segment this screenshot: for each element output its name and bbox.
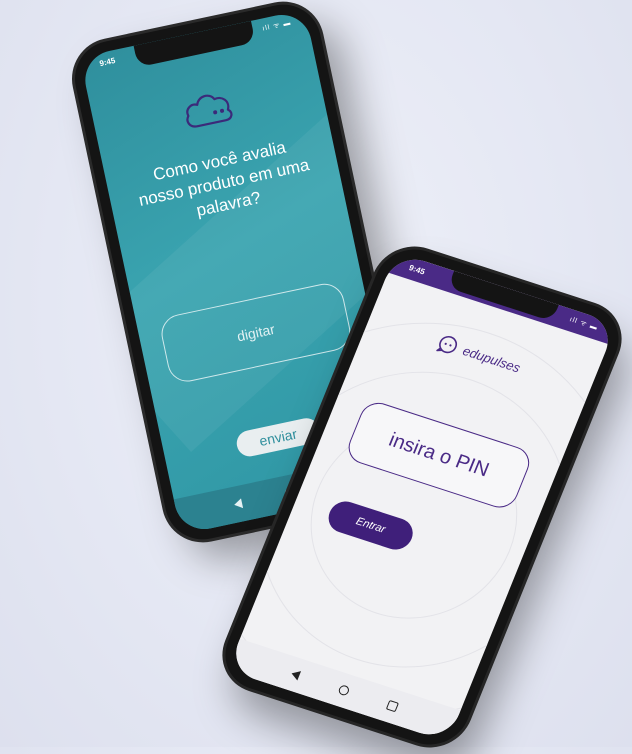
nav-back-button[interactable]	[227, 492, 251, 516]
nav-back-icon	[290, 668, 302, 681]
phone-notch	[133, 20, 256, 68]
cloud-icon	[186, 94, 233, 128]
nav-back-button[interactable]	[282, 662, 309, 687]
status-time: 9:45	[98, 56, 117, 69]
nav-home-icon	[337, 684, 351, 697]
nav-back-icon	[233, 498, 244, 510]
status-icons: ıll ᯤ ▬	[261, 19, 293, 33]
nav-recent-button[interactable]	[379, 694, 406, 719]
nav-home-button[interactable]	[331, 678, 358, 703]
answer-input[interactable]	[157, 280, 354, 386]
nav-recent-icon	[385, 699, 399, 713]
survey-question: Como você avalia nosso produto em uma pa…	[136, 137, 311, 221]
mockup-stage: 9:45 ıll ᯤ ▬ Como você avalia nosso prod…	[0, 0, 632, 754]
